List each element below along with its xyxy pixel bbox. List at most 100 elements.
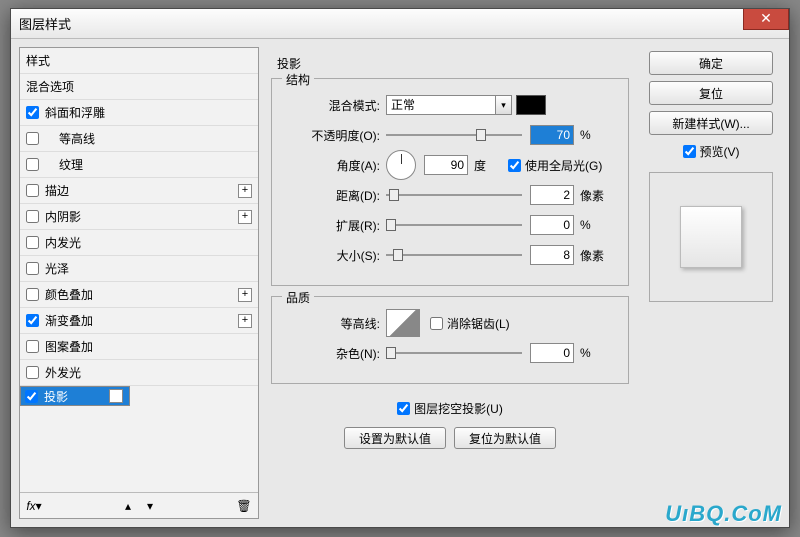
reset-default-button[interactable]: 复位为默认值 (454, 427, 556, 449)
size-input[interactable]: 8 (530, 245, 574, 265)
shadow-color-swatch[interactable] (516, 95, 546, 115)
close-button[interactable]: ✕ (743, 9, 789, 30)
add-effect-icon[interactable]: + (238, 288, 252, 302)
add-effect-icon[interactable]: + (238, 210, 252, 224)
global-light-label: 使用全局光(G) (525, 157, 602, 174)
titlebar[interactable]: 图层样式 ✕ (11, 9, 789, 39)
style-row-10[interactable]: 外发光 (20, 360, 258, 386)
style-checkbox[interactable] (26, 184, 39, 197)
size-label: 大小(S): (286, 247, 386, 264)
settings-panel: 投影 结构 混合模式: 正常 ▾ 不透明度(O): 70 % (259, 47, 641, 519)
size-slider[interactable] (386, 252, 522, 258)
contour-row: 等高线: 消除锯齿(L) (286, 309, 614, 337)
style-row-0[interactable]: 斜面和浮雕 (20, 100, 258, 126)
opacity-unit: % (580, 128, 614, 142)
ok-button[interactable]: 确定 (649, 51, 773, 75)
add-effect-icon[interactable]: + (109, 389, 123, 403)
knockout-row: 图层挖空投影(U) (271, 394, 629, 422)
chevron-down-icon: ▾ (496, 95, 512, 115)
style-checkbox[interactable] (25, 390, 38, 403)
spread-input[interactable]: 0 (530, 215, 574, 235)
style-row-8[interactable]: 渐变叠加 + (20, 308, 258, 334)
angle-dial[interactable] (386, 150, 416, 180)
styles-panel: 样式 混合选项 斜面和浮雕等高线纹理描边+ 内阴影 + 内发光光泽颜色叠加 + 渐变叠加 +… (19, 47, 259, 519)
style-row-3[interactable]: 描边+ (20, 178, 258, 204)
knockout-checkbox[interactable] (397, 402, 410, 415)
dialog-title: 图层样式 (19, 14, 71, 33)
style-label: 颜色叠加 (45, 286, 93, 303)
style-checkbox[interactable] (26, 210, 39, 223)
styles-list: 样式 混合选项 斜面和浮雕等高线纹理描边+ 内阴影 + 内发光光泽颜色叠加 + 渐变叠加 +… (20, 48, 258, 492)
opacity-row: 不透明度(O): 70 % (286, 121, 614, 149)
antialias-label: 消除锯齿(L) (447, 315, 510, 332)
style-row-1[interactable]: 等高线 (20, 126, 258, 152)
distance-row: 距离(D): 2 像素 (286, 181, 614, 209)
style-checkbox[interactable] (26, 288, 39, 301)
spread-slider[interactable] (386, 222, 522, 228)
blend-options-row[interactable]: 混合选项 (20, 74, 258, 100)
angle-input[interactable]: 90 (424, 155, 468, 175)
preview-checkbox[interactable] (683, 145, 696, 158)
style-checkbox[interactable] (26, 106, 39, 119)
spread-label: 扩展(R): (286, 217, 386, 234)
style-row-4[interactable]: 内阴影 + (20, 204, 258, 230)
style-checkbox[interactable] (26, 158, 39, 171)
cancel-button[interactable]: 复位 (649, 81, 773, 105)
angle-row: 角度(A): 90 度 使用全局光(G) (286, 151, 614, 179)
distance-slider[interactable] (386, 192, 522, 198)
defaults-row: 设置为默认值 复位为默认值 (271, 424, 629, 452)
style-row-7[interactable]: 颜色叠加 + (20, 282, 258, 308)
style-row-2[interactable]: 纹理 (20, 152, 258, 178)
up-icon[interactable]: ▴ (120, 498, 136, 514)
antialias-checkbox[interactable] (430, 317, 443, 330)
add-effect-icon[interactable]: + (238, 314, 252, 328)
style-label: 内阴影 (45, 208, 81, 225)
noise-input[interactable]: 0 (530, 343, 574, 363)
layer-style-dialog: 图层样式 ✕ 样式 混合选项 斜面和浮雕等高线纹理描边+内阴影+内发光光泽颜色叠… (10, 8, 790, 528)
blend-mode-select[interactable]: 正常 ▾ (386, 95, 512, 115)
style-label: 渐变叠加 (45, 312, 93, 329)
style-row-6[interactable]: 光泽 (20, 256, 258, 282)
new-style-button[interactable]: 新建样式(W)... (649, 111, 773, 135)
distance-unit: 像素 (580, 187, 614, 204)
preview-box (649, 172, 773, 302)
style-row-9[interactable]: 图案叠加 (20, 334, 258, 360)
style-checkbox[interactable] (26, 262, 39, 275)
opacity-slider[interactable] (386, 132, 522, 138)
styles-footer: fx▾ ▴ ▾ 🗑 (20, 492, 258, 518)
style-label: 纹理 (59, 156, 83, 173)
global-light-checkbox[interactable] (508, 159, 521, 172)
opacity-input[interactable]: 70 (530, 125, 574, 145)
distance-input[interactable]: 2 (530, 185, 574, 205)
add-effect-icon[interactable]: + (238, 184, 252, 198)
size-row: 大小(S): 8 像素 (286, 241, 614, 269)
style-label: 内发光 (45, 234, 81, 251)
noise-unit: % (580, 346, 614, 360)
styles-header[interactable]: 样式 (20, 48, 258, 74)
spread-unit: % (580, 218, 614, 232)
down-icon[interactable]: ▾ (142, 498, 158, 514)
style-checkbox[interactable] (26, 366, 39, 379)
fx-icon[interactable]: fx▾ (26, 498, 42, 514)
style-checkbox[interactable] (26, 340, 39, 353)
style-row-11[interactable]: 投影+ (20, 386, 130, 406)
trash-icon[interactable]: 🗑 (236, 498, 252, 514)
section-title: 投影 (277, 55, 629, 72)
structure-legend: 结构 (282, 71, 314, 88)
style-checkbox[interactable] (26, 314, 39, 327)
knockout-label: 图层挖空投影(U) (414, 400, 503, 417)
contour-picker[interactable] (386, 309, 420, 337)
styles-header-label: 样式 (26, 52, 50, 69)
style-label: 等高线 (59, 130, 95, 147)
style-label: 斜面和浮雕 (45, 104, 105, 121)
set-default-button[interactable]: 设置为默认值 (344, 427, 446, 449)
quality-fieldset: 品质 等高线: 消除锯齿(L) 杂色(N): 0 % (271, 296, 629, 384)
size-unit: 像素 (580, 247, 614, 264)
style-checkbox[interactable] (26, 132, 39, 145)
style-row-5[interactable]: 内发光 (20, 230, 258, 256)
noise-row: 杂色(N): 0 % (286, 339, 614, 367)
angle-unit: 度 (474, 157, 508, 174)
style-checkbox[interactable] (26, 236, 39, 249)
dialog-body: 样式 混合选项 斜面和浮雕等高线纹理描边+ 内阴影 + 内发光光泽颜色叠加 + 渐变叠加 +… (11, 39, 789, 527)
noise-slider[interactable] (386, 350, 522, 356)
